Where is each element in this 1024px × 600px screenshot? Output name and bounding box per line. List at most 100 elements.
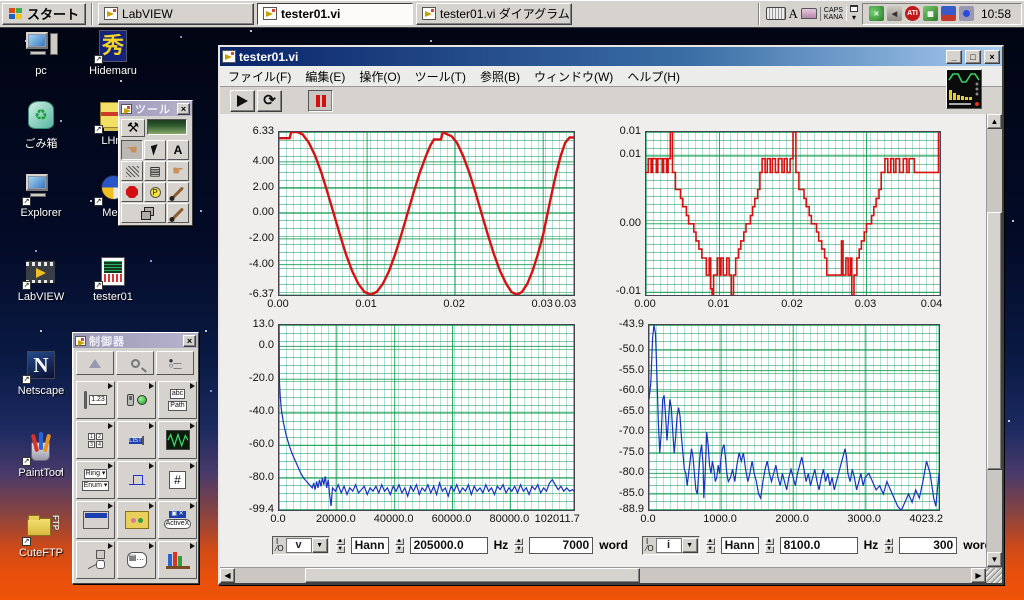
numeric-controls-tile[interactable]: 1.23: [76, 381, 115, 419]
horizontal-scrollbar[interactable]: ◀ ▶: [220, 567, 1002, 583]
task-button-tester01[interactable]: tester01.vi: [257, 2, 414, 25]
desktop-icon-trash[interactable]: ♻ ごみ箱: [8, 100, 74, 151]
users-status-icon[interactable]: ✕: [868, 6, 884, 21]
ime-restore-icon[interactable]: [849, 5, 858, 12]
channel-value-right[interactable]: i: [655, 537, 682, 553]
select-control-tile[interactable]: ▤…: [117, 541, 156, 579]
io-controls-tile[interactable]: [117, 461, 156, 499]
position-tool-button[interactable]: [144, 140, 166, 160]
string-controls-tile[interactable]: abc Path: [158, 381, 197, 419]
vi-icon-pane[interactable]: [946, 69, 982, 109]
refnum-controls-tile[interactable]: #: [158, 461, 197, 499]
menu-edit[interactable]: 編集(E): [305, 68, 345, 85]
chevron-down-icon[interactable]: ▼: [311, 537, 328, 553]
desktop-icon-painttool[interactable]: ↗ PaintTool: [8, 432, 74, 479]
freq-field-right[interactable]: 8100.0: [779, 536, 858, 554]
run-continuous-button[interactable]: ⟳: [257, 89, 282, 112]
controls-palette-titlebar[interactable]: 制御器 ×: [73, 333, 198, 348]
vertical-scrollbar[interactable]: ▲ ▼: [986, 114, 1002, 567]
scroll-left-icon[interactable]: ◀: [220, 568, 235, 583]
scroll-right-icon[interactable]: ▶: [971, 568, 986, 583]
desktop-icon-labview[interactable]: ↗ LabVIEW: [8, 256, 74, 303]
ime-mode-icon[interactable]: A: [789, 6, 798, 22]
boolean-controls-tile[interactable]: [117, 381, 156, 419]
plot-area-narrowband-spectrum[interactable]: [648, 324, 940, 511]
desktop-icon-explorer[interactable]: ↗ Explorer: [8, 172, 74, 219]
menu-operate[interactable]: 操作(O): [359, 68, 400, 85]
plot-area-analog-waveform[interactable]: [278, 131, 575, 296]
channel-value-left[interactable]: v: [285, 537, 312, 553]
scroll-down-icon[interactable]: ▼: [987, 552, 1002, 567]
window-fn-spinner-right[interactable]: ▲ ▼: [705, 537, 715, 553]
desktop-icon-hidemaru[interactable]: 秀 ↗ Hidemaru: [80, 30, 146, 77]
start-button[interactable]: スタート: [2, 2, 87, 25]
task-button-labview[interactable]: LabVIEW: [98, 2, 255, 25]
freq-spinner-right[interactable]: ▲ ▼: [764, 537, 774, 553]
activex-controls-tile[interactable]: ▣ ✕ ActiveX: [158, 501, 197, 539]
menu-help[interactable]: ヘルプ(H): [627, 68, 680, 85]
breakpoint-tool-button[interactable]: [121, 182, 143, 202]
battery-icon[interactable]: [940, 6, 956, 21]
words-spinner-right[interactable]: ▲ ▼: [884, 537, 894, 553]
desktop-icon-tester01[interactable]: ↗ tester01: [80, 256, 146, 303]
tools-palette-titlebar[interactable]: ツール ×: [119, 101, 192, 116]
channel-selector-right[interactable]: I ⁄O i ▼: [642, 535, 700, 555]
label-tool-button[interactable]: A: [167, 140, 189, 160]
shortcut-menu-tool-button[interactable]: ▤: [144, 161, 166, 181]
window-fn-spinner-left[interactable]: ▲ ▼: [335, 537, 345, 553]
array-controls-tile[interactable]: 1234: [76, 421, 115, 459]
probe-tool-button[interactable]: P: [144, 182, 166, 202]
list-table-controls-tile[interactable]: LIST: [117, 421, 156, 459]
classic-controls-tile[interactable]: [117, 501, 156, 539]
window-fn-right[interactable]: Hann: [720, 536, 759, 554]
chevron-down-icon[interactable]: ▾: [852, 13, 856, 22]
menu-window[interactable]: ウィンドウ(W): [534, 68, 613, 85]
decorations-tile[interactable]: [76, 541, 115, 579]
color-tool-button[interactable]: [121, 203, 166, 223]
menu-browse[interactable]: 参照(B): [480, 68, 520, 85]
desktop-icon-cuteftp[interactable]: FTP ↗ CuteFTP: [8, 512, 74, 559]
close-icon[interactable]: ×: [177, 102, 190, 115]
window-titlebar[interactable]: tester01.vi _ □ ×: [220, 47, 1002, 66]
words-field-right[interactable]: 300: [899, 536, 958, 554]
pause-button[interactable]: [308, 89, 333, 112]
freq-field-left[interactable]: 205000.0: [409, 536, 488, 554]
close-icon[interactable]: ×: [183, 334, 196, 347]
ime-toolbox-icon[interactable]: [800, 8, 817, 19]
brush-tool-button[interactable]: [167, 203, 189, 223]
palette-search-button[interactable]: [116, 351, 154, 375]
scroll-tool-button[interactable]: ☛: [167, 161, 189, 181]
channel-selector-left[interactable]: I ⁄O v ▼: [272, 535, 330, 555]
plot-area-wideband-spectrum[interactable]: [278, 324, 575, 511]
ring-enum-controls-tile[interactable]: Ring ▾ Enum ▾: [76, 461, 115, 499]
scroll-up-icon[interactable]: ▲: [987, 114, 1002, 129]
close-icon[interactable]: ×: [984, 49, 1000, 64]
menu-tools[interactable]: ツール(T): [415, 68, 466, 85]
color-copy-tool-button[interactable]: [167, 182, 189, 202]
chevron-down-icon[interactable]: ▼: [681, 537, 698, 553]
desktop-icon-netscape[interactable]: N ↗ Netscape: [8, 350, 74, 397]
palette-options-button[interactable]: ●﹏ ○﹏: [156, 351, 194, 375]
menu-file[interactable]: ファイル(F): [228, 68, 291, 85]
horizontal-scroll-thumb[interactable]: [305, 568, 640, 583]
operate-tool-button[interactable]: ☚: [121, 140, 143, 160]
vertical-scroll-thumb[interactable]: [987, 212, 1002, 470]
wire-tool-button[interactable]: [121, 161, 143, 181]
user-controls-tile[interactable]: [158, 541, 197, 579]
freq-spinner-left[interactable]: ▲ ▼: [394, 537, 404, 553]
display-adapter-icon[interactable]: ▦: [922, 6, 938, 21]
minimize-icon[interactable]: _: [946, 49, 962, 64]
plot-area-quantized-waveform[interactable]: [645, 131, 941, 296]
task-button-tester01-diagram[interactable]: tester01.vi ダイアグラム: [416, 2, 573, 25]
run-button[interactable]: [230, 89, 255, 112]
auto-tool-button[interactable]: ⚒: [121, 119, 145, 137]
window-fn-left[interactable]: Hann: [350, 536, 389, 554]
caps-kana-indicator[interactable]: CAPS KANA: [819, 6, 847, 21]
maximize-icon[interactable]: □: [965, 49, 981, 64]
volume-icon[interactable]: ◀: [886, 6, 902, 21]
graph-controls-tile[interactable]: [158, 421, 197, 459]
palette-up-button[interactable]: [76, 351, 114, 375]
ati-icon[interactable]: ATI: [904, 6, 920, 21]
desktop-icon-pc[interactable]: pc: [8, 30, 74, 77]
keyboard-icon[interactable]: [765, 7, 786, 20]
